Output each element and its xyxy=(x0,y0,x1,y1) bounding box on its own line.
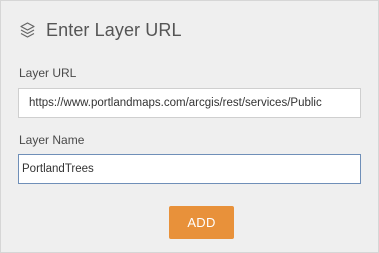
layer-name-input[interactable] xyxy=(18,154,361,184)
panel-header: Enter Layer URL xyxy=(18,20,182,41)
layer-url-input[interactable] xyxy=(18,88,361,118)
panel-title: Enter Layer URL xyxy=(46,20,182,40)
layers-icon xyxy=(18,21,37,40)
enter-layer-url-panel: Enter Layer URL Layer URL Layer Name ADD xyxy=(0,0,379,253)
layer-name-label: Layer Name xyxy=(19,133,85,147)
add-button[interactable]: ADD xyxy=(169,206,234,239)
layer-url-label: Layer URL xyxy=(19,66,77,80)
